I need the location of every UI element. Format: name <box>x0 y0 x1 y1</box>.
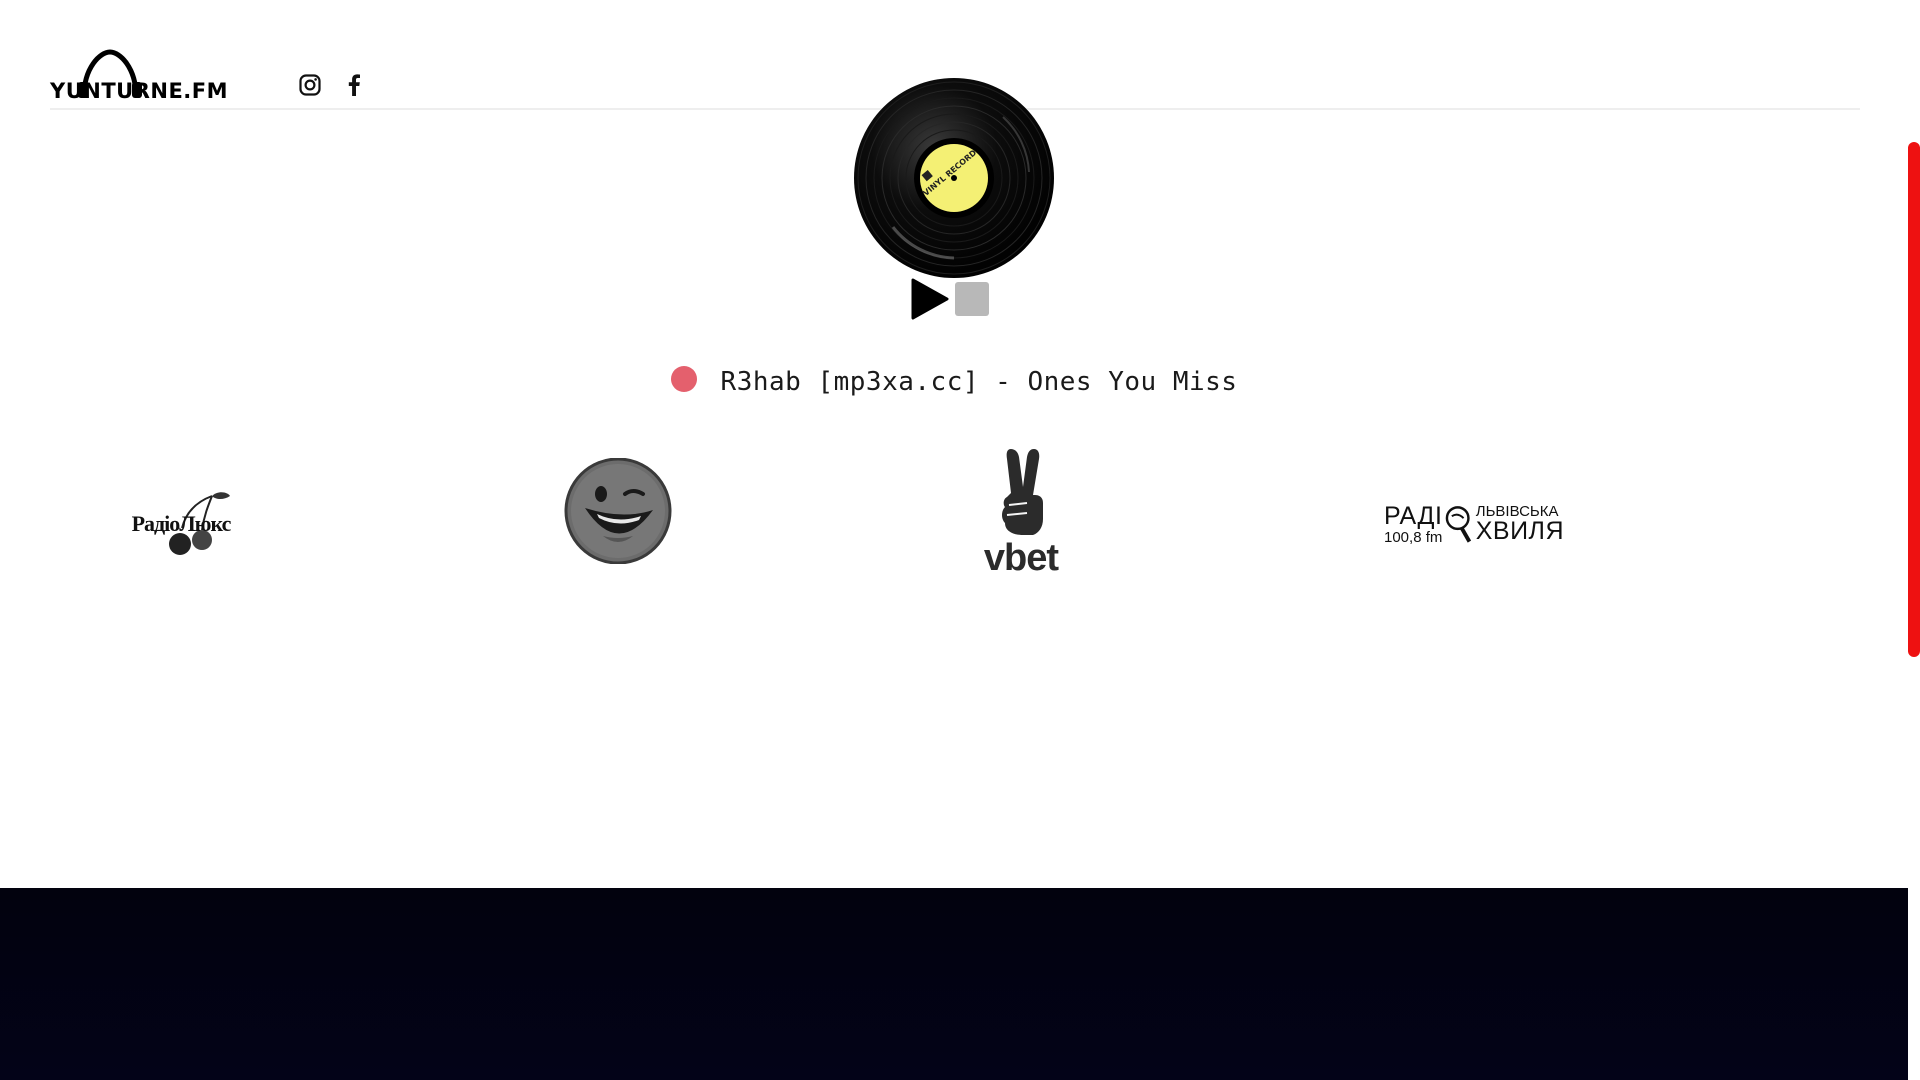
partner-lux-text: РадіоЛюкс <box>131 511 232 536</box>
live-indicator <box>670 366 697 392</box>
track-title: R3hab [mp3xa.cc] - Ones You Miss <box>720 367 1238 397</box>
partner-vbet[interactable]: vbet <box>976 444 1066 578</box>
lightbulb-icon <box>1446 506 1472 543</box>
instagram-icon <box>299 74 321 96</box>
partner-vbet-text: vbet <box>983 537 1059 579</box>
site-logo[interactable]: YUNTURNE.FM <box>50 48 228 102</box>
play-button[interactable] <box>911 278 949 320</box>
stop-button[interactable] <box>955 282 989 316</box>
hvylia-radio-text: РАДІ <box>1384 501 1443 530</box>
vinyl-record: VINYL RECORD <box>853 77 1055 279</box>
partner-lvivska-hvylia[interactable]: РАДІ 100,8 fm ЛЬВІВСЬКА ХВИЛЯ <box>1384 498 1564 550</box>
play-icon <box>911 278 949 320</box>
facebook-icon <box>348 74 360 96</box>
hvylia-left: РАДІ 100,8 fm <box>1384 501 1443 546</box>
hvylia-right: ЛЬВІВСЬКА ХВИЛЯ <box>1476 504 1564 544</box>
scrollbar-thumb[interactable] <box>1908 142 1920 657</box>
site-footer <box>0 888 1908 1080</box>
victory-hand-icon <box>1002 449 1043 535</box>
instagram-link[interactable] <box>296 71 324 99</box>
partner-radio-lux[interactable]: РадіоЛюкс <box>126 488 236 560</box>
hvylia-frequency: 100,8 fm <box>1384 528 1443 546</box>
facebook-link[interactable] <box>340 71 368 99</box>
winking-smiley-icon <box>564 458 672 564</box>
partner-smile[interactable] <box>563 458 673 564</box>
logo-text: YUNTURNE.FM <box>50 79 229 103</box>
hvylia-name: ХВИЛЯ <box>1475 517 1564 545</box>
main-content: YUNTURNE.FM VINYL RECORD R3hab [mp3xa.cc… <box>0 0 1908 888</box>
page: YUNTURNE.FM VINYL RECORD R3hab [mp3xa.cc… <box>0 0 1920 1080</box>
vinyl-record-icon: VINYL RECORD <box>854 78 1054 278</box>
now-playing: R3hab [mp3xa.cc] - Ones You Miss <box>0 360 1908 404</box>
